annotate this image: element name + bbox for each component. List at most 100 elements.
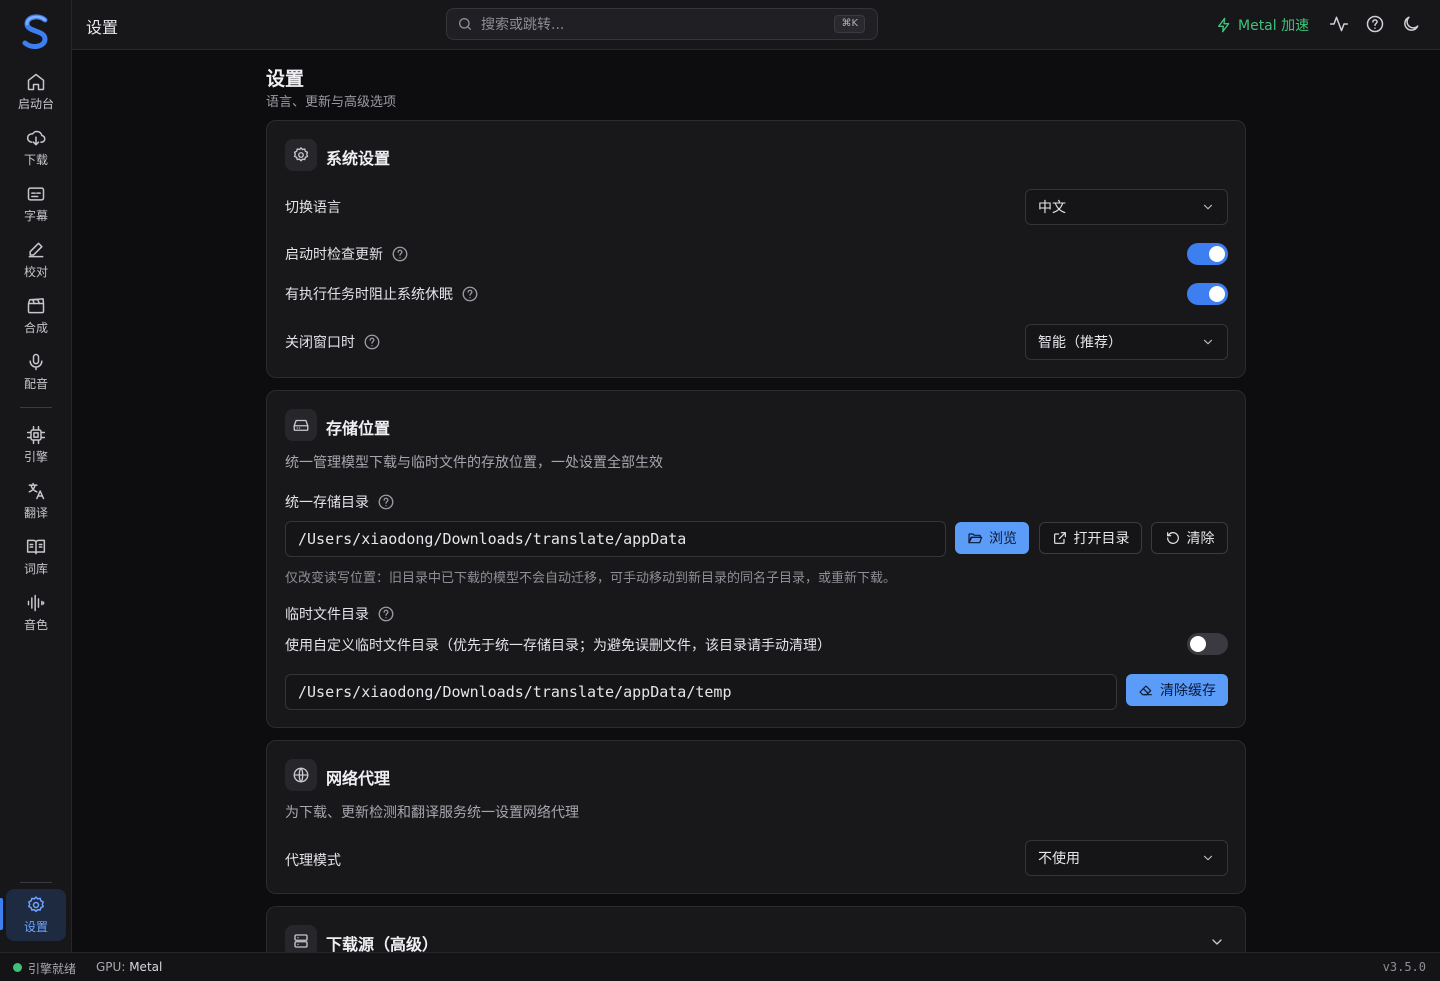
external-link-icon <box>1053 532 1066 544</box>
activity-icon[interactable] <box>1329 14 1349 34</box>
card-icon <box>285 409 317 441</box>
sidebar-item-label: 校对 <box>23 265 48 279</box>
sidebar-item-launchpad[interactable]: 启动台 <box>6 66 66 118</box>
clapperboard-icon <box>27 298 45 314</box>
unified-dir-input[interactable]: /Users/xiaodong/Downloads/translate/appD… <box>285 521 946 557</box>
custom-temp-row: 使用自定义临时文件目录（优先于统一存储目录；为避免误删文件，该目录请手动清理） <box>285 635 831 655</box>
temp-dir-label: 临时文件目录 <box>285 607 369 623</box>
storage-description: 统一管理模型下载与临时文件的存放位置，一处设置全部生效 <box>285 455 663 471</box>
card-icon <box>285 759 317 791</box>
pencil-icon <box>28 242 44 258</box>
temp-dir-input[interactable]: /Users/xiaodong/Downloads/translate/appD… <box>285 674 1117 710</box>
prevent-sleep-toggle[interactable] <box>1187 283 1228 305</box>
engine-status: 引擎就绪 <box>28 962 77 976</box>
sidebar-item-label: 启动台 <box>17 97 54 111</box>
custom-temp-label: 使用自定义临时文件目录（优先于统一存储目录；为避免误删文件，该目录请手动清理） <box>285 638 831 654</box>
unified-dir-row: 统一存储目录 <box>285 492 395 512</box>
sidebar-item-label: 字幕 <box>23 209 48 223</box>
sidebar-item-label: 词库 <box>23 562 48 576</box>
sidebar-item-proofread[interactable]: 校对 <box>6 234 66 286</box>
page-title: 设置 <box>266 68 305 90</box>
help-icon[interactable] <box>377 605 395 623</box>
language-label: 切换语言 <box>285 197 341 217</box>
sidebar-item-label: 下载 <box>23 153 48 167</box>
toggle-knob <box>1209 246 1225 262</box>
app-version: v3.5.0 <box>1382 960 1426 974</box>
open-dir-button[interactable]: 打开目录 <box>1039 522 1142 554</box>
engine-status-dot <box>13 963 22 972</box>
proxy-mode-select[interactable]: 不使用 <box>1025 840 1228 876</box>
storage-hint: 仅改变读写位置：旧目录中已下载的模型不会自动迁移，可手动移动到新目录的同名子目录… <box>285 571 897 586</box>
language-label-text: 切换语言 <box>285 200 341 216</box>
home-icon <box>27 73 45 91</box>
clear-cache-button[interactable]: 清除缓存 <box>1126 674 1228 706</box>
sidebar-item-label: 引擎 <box>23 450 48 464</box>
metal-acceleration-indicator[interactable]: Metal 加速 <box>1216 15 1309 35</box>
language-select-value: 中文 <box>1038 200 1066 216</box>
storage-card: 存储位置 统一管理模型下载与临时文件的存放位置，一处设置全部生效 统一存储目录 … <box>266 390 1246 728</box>
sidebar-item-voice[interactable]: 音色 <box>6 587 66 639</box>
sidebar-item-download[interactable]: 下载 <box>6 122 66 174</box>
proxy-card: 网络代理 为下载、更新检测和翻译服务统一设置网络代理 代理模式 不使用 <box>266 740 1246 894</box>
eraser-icon <box>1139 685 1152 696</box>
sidebar-item-translate[interactable]: 翻译 <box>6 475 66 527</box>
search-placeholder: 搜索或跳转... <box>481 17 565 33</box>
metal-label: Metal 加速 <box>1238 18 1310 34</box>
proxy-description: 为下载、更新检测和翻译服务统一设置网络代理 <box>285 805 579 821</box>
close-window-label: 关闭窗口时 <box>285 335 355 351</box>
prevent-sleep-row: 有执行任务时阻止系统休眠 <box>285 284 479 304</box>
folder-open-icon <box>968 533 983 544</box>
close-window-row: 关闭窗口时 <box>285 332 381 352</box>
open-dir-label: 打开目录 <box>1073 531 1130 547</box>
prevent-sleep-label: 有执行任务时阻止系统休眠 <box>285 287 453 303</box>
check-update-label: 启动时检查更新 <box>285 247 383 263</box>
status-bar: 引擎就绪 GPU: Metal v3.5.0 <box>0 952 1440 981</box>
check-update-toggle[interactable] <box>1187 243 1228 265</box>
sidebar-item-label: 合成 <box>23 321 48 335</box>
proxy-mode-label: 代理模式 <box>285 853 341 869</box>
sidebar-item-compose[interactable]: 合成 <box>6 290 66 342</box>
page-subtitle: 语言、更新与高级选项 <box>266 95 397 110</box>
browse-button[interactable]: 浏览 <box>955 522 1029 554</box>
sidebar-item-settings[interactable]: 设置 <box>6 889 66 941</box>
clear-button[interactable]: 清除 <box>1151 522 1228 554</box>
search-input[interactable]: 搜索或跳转... ⌘K <box>446 8 878 40</box>
hard-drive-icon <box>293 419 309 431</box>
moon-icon[interactable] <box>1401 14 1421 34</box>
help-icon[interactable] <box>363 333 381 351</box>
help-icon[interactable] <box>377 493 395 511</box>
sidebar-item-label: 配音 <box>23 377 48 391</box>
gear-icon <box>293 147 309 162</box>
unified-dir-label: 统一存储目录 <box>285 495 369 511</box>
sidebar-item-engine[interactable]: 引擎 <box>6 419 66 471</box>
close-window-select[interactable]: 智能（推荐） <box>1025 324 1228 360</box>
browse-label: 浏览 <box>989 531 1017 547</box>
reset-icon <box>1166 532 1179 544</box>
lightning-icon <box>1218 17 1230 33</box>
gear-icon <box>28 896 44 913</box>
help-icon[interactable] <box>461 285 479 303</box>
help-icon[interactable] <box>1365 14 1385 34</box>
system-settings-card: 系统设置 切换语言 中文 启动时检查更新 有执行任务时阻止系统休眠 关闭窗口时 … <box>266 120 1246 378</box>
subtitles-icon <box>27 187 45 201</box>
microphone-icon <box>29 353 43 371</box>
sidebar-item-dubbing[interactable]: 配音 <box>6 346 66 398</box>
cpu-icon <box>26 425 46 445</box>
proxy-mode-row: 代理模式 <box>285 850 341 870</box>
header-title: 设置 <box>86 18 119 37</box>
help-icon[interactable] <box>391 245 409 263</box>
active-indicator <box>0 898 3 930</box>
sidebar-item-glossary[interactable]: 词库 <box>6 531 66 583</box>
card-icon <box>285 139 317 171</box>
chevron-down-icon <box>1203 204 1213 210</box>
search-shortcut: ⌘K <box>834 15 865 33</box>
book-icon <box>26 539 46 555</box>
custom-temp-toggle[interactable] <box>1187 633 1228 655</box>
gpu-info: GPU: Metal <box>96 960 162 974</box>
close-window-select-value: 智能（推荐） <box>1038 335 1122 351</box>
proxy-mode-value: 不使用 <box>1038 851 1080 867</box>
language-select[interactable]: 中文 <box>1025 189 1228 225</box>
download-source-card[interactable]: 下载源（高级） <box>266 906 1246 957</box>
sidebar-item-subtitles[interactable]: 字幕 <box>6 178 66 230</box>
chevron-down-icon[interactable] <box>1209 934 1225 950</box>
